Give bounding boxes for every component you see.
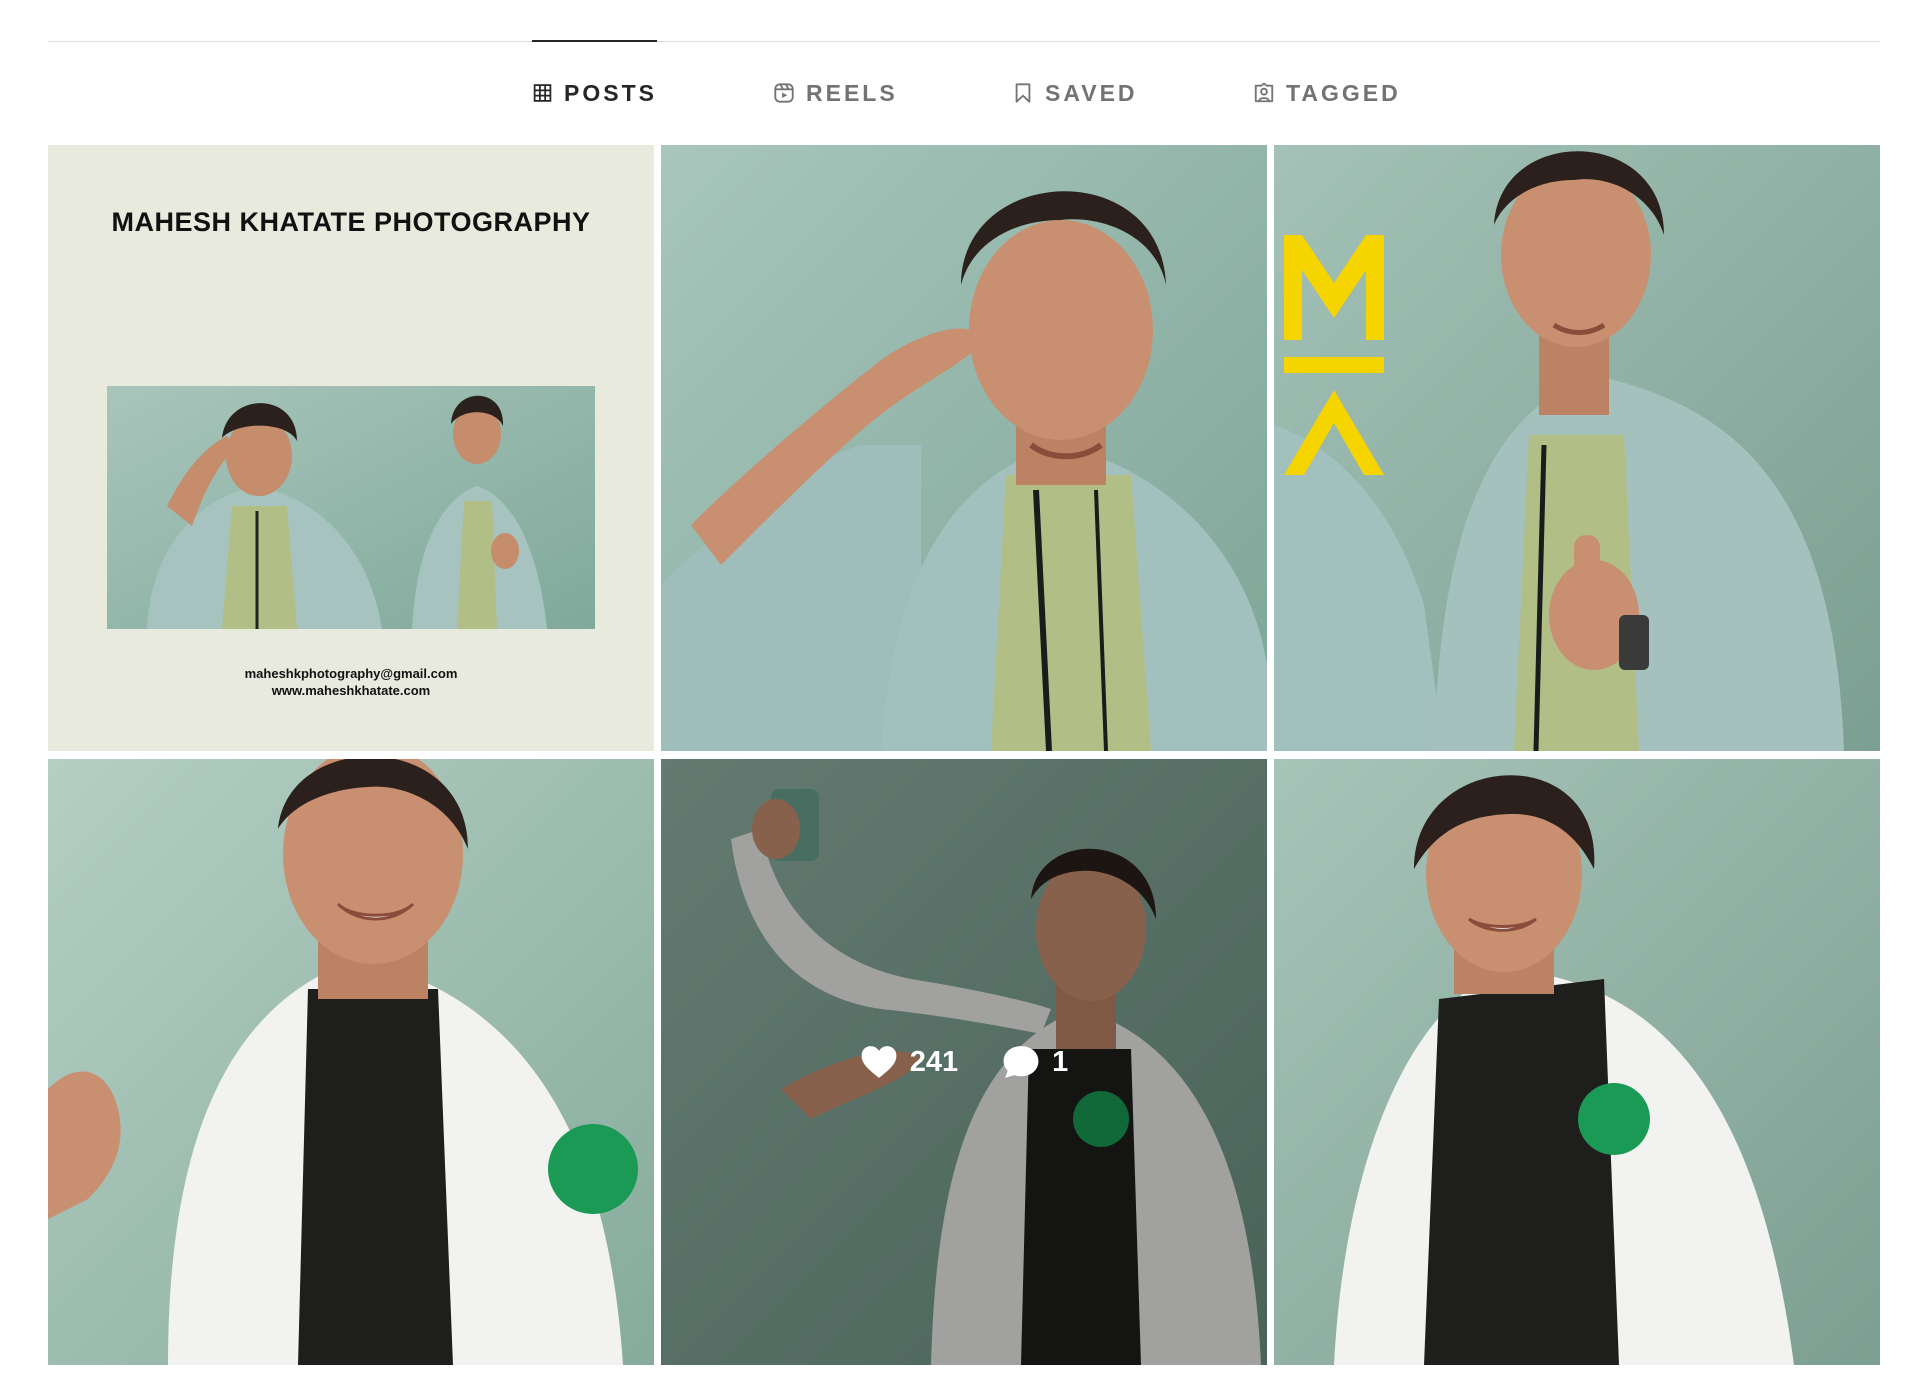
- reels-icon: [774, 83, 794, 103]
- tab-tagged-label: TAGGED: [1286, 79, 1401, 106]
- comments-count: 1: [1002, 1044, 1068, 1080]
- tab-reels-label: REELS: [806, 79, 898, 106]
- posts-grid: MAHESH KHATATE PHOTOGRAPHY maheshkphotog…: [48, 145, 1880, 1365]
- smiling-portrait-image: [48, 759, 654, 1365]
- ma-logo: [1284, 235, 1384, 475]
- tagged-person-icon: [1254, 82, 1274, 103]
- tab-reels[interactable]: REELS: [773, 41, 898, 145]
- post-hover-overlay: 241 1: [661, 759, 1267, 1365]
- card-thumbnail-image: [107, 386, 595, 629]
- tab-saved[interactable]: SAVED: [1012, 41, 1138, 145]
- grid-icon: [533, 84, 552, 102]
- bookmark-icon: [1015, 83, 1031, 103]
- likes-count: 241: [860, 1044, 958, 1080]
- tab-posts-label: POSTS: [564, 79, 657, 106]
- portrait-image: [1274, 759, 1880, 1365]
- post-card-photography[interactable]: MAHESH KHATATE PHOTOGRAPHY maheshkphotog…: [48, 145, 654, 751]
- salute-portrait-image: [661, 145, 1267, 751]
- profile-tabs: POSTS REELS SAVED TAGGED: [0, 40, 1920, 145]
- comment-icon: [1003, 1046, 1039, 1078]
- card-title: MAHESH KHATATE PHOTOGRAPHY: [111, 207, 591, 237]
- post-portrait[interactable]: [1274, 759, 1880, 1365]
- tab-posts[interactable]: POSTS: [532, 40, 657, 145]
- card-email: maheshkphotography@gmail.com: [244, 666, 458, 681]
- post-thumbs-up-portrait[interactable]: [1274, 145, 1880, 751]
- card-website: www.maheshkhatate.com: [271, 683, 431, 698]
- post-salute-portrait[interactable]: [661, 145, 1267, 751]
- post-smiling-portrait[interactable]: [48, 759, 654, 1365]
- post-selfie-portrait[interactable]: 241 1: [661, 759, 1267, 1365]
- heart-icon: [861, 1046, 897, 1078]
- tab-tagged[interactable]: TAGGED: [1253, 41, 1401, 145]
- tab-saved-label: SAVED: [1045, 79, 1138, 106]
